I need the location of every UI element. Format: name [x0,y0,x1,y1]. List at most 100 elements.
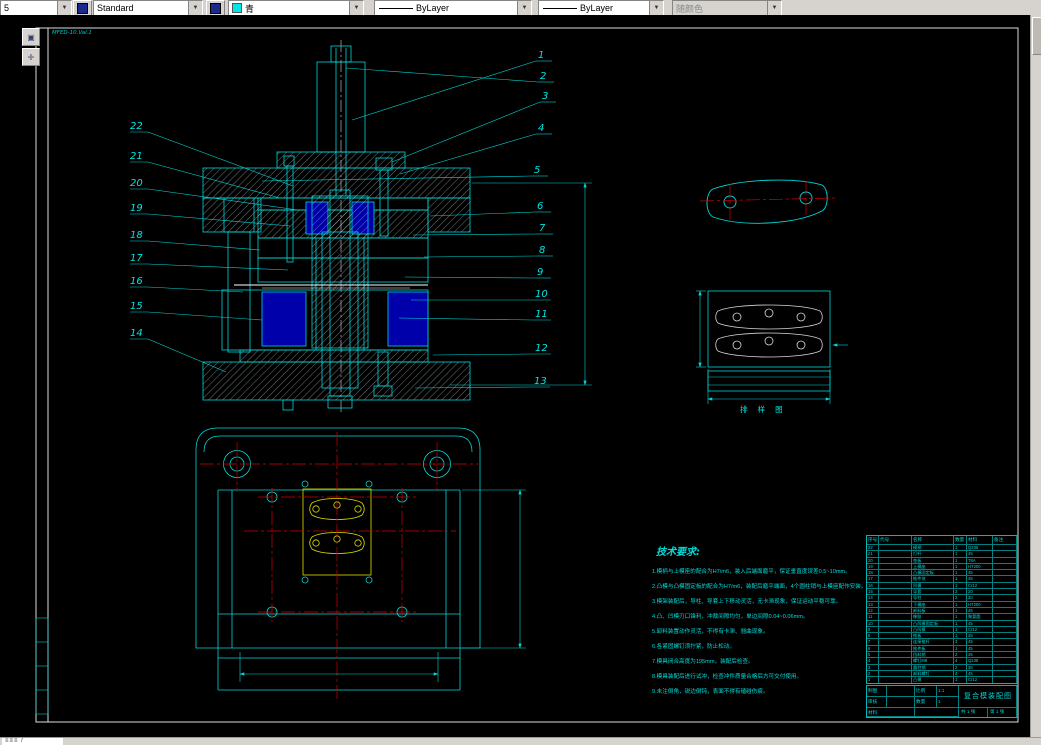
lineweight-value: ByLayer [580,3,614,13]
bom-cell: 1 [954,676,967,683]
dim-style-value: 5 [4,3,10,13]
strip-layout-label: 排 样 图 [740,405,787,414]
lineweight-combo[interactable]: ByLayer ▼ [538,0,664,16]
chevron-down-icon[interactable]: ▼ [649,1,663,15]
tech-req-item: 4.凸、凹模刃口锋利，冲裁间隙均匀，单边间隙0.04~0.06mm。 [652,614,809,620]
callout-label: 8 [539,245,546,256]
tech-req-item: 7.模具闭合高度为195mm，装配后检查。 [652,659,754,665]
callout-label: 15 [130,301,143,312]
lineweight-sample [543,7,577,9]
scrollbar-thumb[interactable] [1032,17,1041,55]
bom-cell [993,676,1017,683]
drawing-title: 复合模装配图 [959,686,1017,708]
bom-cell: 凸模 [912,676,954,683]
dim-style-combo[interactable]: 5 ▼ [0,0,72,16]
toolbar-button[interactable] [73,0,92,16]
material-value [915,708,959,717]
callout-label: 2 [540,71,547,82]
qty-label: 数量 [915,697,937,708]
color-combo[interactable]: 青 ▼ [228,0,364,16]
callout-label: 21 [130,151,143,162]
callout-label: 1 [538,50,545,61]
sheet-count: 共 1 张 第 1 张 [959,708,1017,717]
margin-marks [35,617,49,715]
tech-req-item: 6.各紧固螺钉须拧紧，防止松动。 [652,644,735,650]
qty-value: 1 [937,697,959,708]
title-block: 制图 比例 1:1 审核 数量 1 材料 复合模装配图 共 1 张 第 1 张 [866,685,1018,718]
chevron-down-icon[interactable]: ▼ [767,1,781,15]
color-swatch [232,3,242,13]
scale-label: 比例 [915,686,937,697]
bom-header-cell: 名称 [912,536,954,544]
scale-value: 1:1 [937,686,959,697]
callout-label: 10 [535,289,548,300]
toolbar-button[interactable] [206,0,225,16]
vertical-scrollbar[interactable] [1030,15,1041,737]
layers-icon [210,2,221,14]
checked-label: 审核 [867,697,887,708]
bom-cell: Cr12 [967,676,993,683]
bom-header-cell: 代号 [879,536,912,544]
callout-label: 3 [542,91,549,102]
callout-label: 6 [537,201,544,212]
tech-req-item: 8.模具装配后进行试冲，检查冲件质量合格后方可交付使用。 [652,674,803,680]
callout-label: 5 [534,165,541,176]
bom-header-cell: 数量 [954,536,967,544]
section-view [202,40,471,412]
callout-label: 11 [535,309,548,320]
tech-req-title: 技术要求: [656,547,700,558]
callout-label: 16 [130,276,143,287]
sheet-number: 第 1 张 [988,708,1017,717]
sheets-total: 共 1 张 [959,708,988,717]
sheet-note: MFED-10.Val.1 [52,30,92,36]
callout-label: 20 [130,178,143,189]
app-window: 5 ▼ Standard ▼ 青 ▼ ByLayer ▼ ByLayer ▼ 随… [0,0,1041,745]
callout-label: 19 [130,203,143,214]
bom-cell: 1 [867,676,879,683]
docked-toolbar-button[interactable]: ✛ [22,48,40,66]
bom-header-cell: 序号 [868,536,879,544]
strip-layout-view [707,290,831,392]
bom-rows: 22 模柄 1 Q235 21 打杆 1 45 20 垫板 1 T8A 19 上模座 1 HT200 18 凸模固… [867,544,1017,683]
chevron-down-icon[interactable]: ▼ [517,1,531,15]
link-part-view [706,179,828,224]
drawn-name [887,686,915,697]
material-label: 材料 [867,708,915,717]
tech-req-item: 2.凸模与凸模固定板的配合为H7/m6，装配后磨平端面，4个圆柱销与上模座配作安… [652,584,867,590]
chevron-down-icon[interactable]: ▼ [57,1,71,15]
plot-style-combo[interactable]: 随颜色 ▼ [672,0,782,16]
callout-label: 13 [534,376,547,387]
callout-label: 18 [130,230,143,241]
bom-header-cell: 备注 [993,536,1017,544]
model-layout-tabs[interactable]: ≡≡≡ / [2,738,63,745]
chevron-down-icon[interactable]: ▼ [349,1,363,15]
tech-req-item: 5.卸料装置动作灵活，不得有卡滞、翘曲现象。 [652,629,769,635]
style-icon [77,2,88,14]
bom-row: 1 凸模 1 Cr12 [867,676,1017,683]
chevron-down-icon[interactable]: ▼ [188,1,202,15]
properties-toolbar: 5 ▼ Standard ▼ 青 ▼ ByLayer ▼ ByLayer ▼ 随… [0,0,1041,16]
drawn-label: 制图 [867,686,887,697]
color-value: 青 [245,3,255,14]
checked-name [887,697,915,708]
callout-label: 9 [537,267,544,278]
linetype-sample [379,7,413,9]
tech-req-item: 3.模架装配后，导柱、导套上下移动灵活，无卡滞现象，保证运动平稳可靠。 [652,599,842,605]
bom-cell [879,676,912,683]
linetype-value: ByLayer [416,3,450,13]
callout-label: 14 [130,328,143,339]
bom-table: 序号 代号 名称 数量 材料 备注 22 模柄 1 Q235 21 打杆 1 45 20 垫板 1 T8A 19 上… [866,535,1018,684]
docked-toolbar-button[interactable]: ▣ [22,28,40,46]
drawing-canvas[interactable]: ▣ ✛ MFED-10.Val.1 1 2 3 4 5 6 7 8 9 10 1… [0,15,1031,737]
callout-label: 7 [539,223,546,234]
callout-label: 17 [130,253,143,264]
technical-requirements: 技术要求: 1.模柄与上模座的配合为H7/m6，装入后端面磨平，保证垂直度误差0… [652,543,892,700]
text-style-combo[interactable]: Standard ▼ [93,0,203,16]
bom-header-cell: 材料 [967,536,993,544]
status-bar: ≡≡≡ / [0,737,1041,745]
bom-header-row: 序号 代号 名称 数量 材料 备注 [867,536,1017,544]
callout-label: 22 [130,121,143,132]
text-style-value: Standard [97,3,134,13]
linetype-combo[interactable]: ByLayer ▼ [374,0,532,16]
tech-req-item: 1.模柄与上模座的配合为H7/m6，装入后端面磨平，保证垂直度误差0.5~10m… [652,569,851,575]
